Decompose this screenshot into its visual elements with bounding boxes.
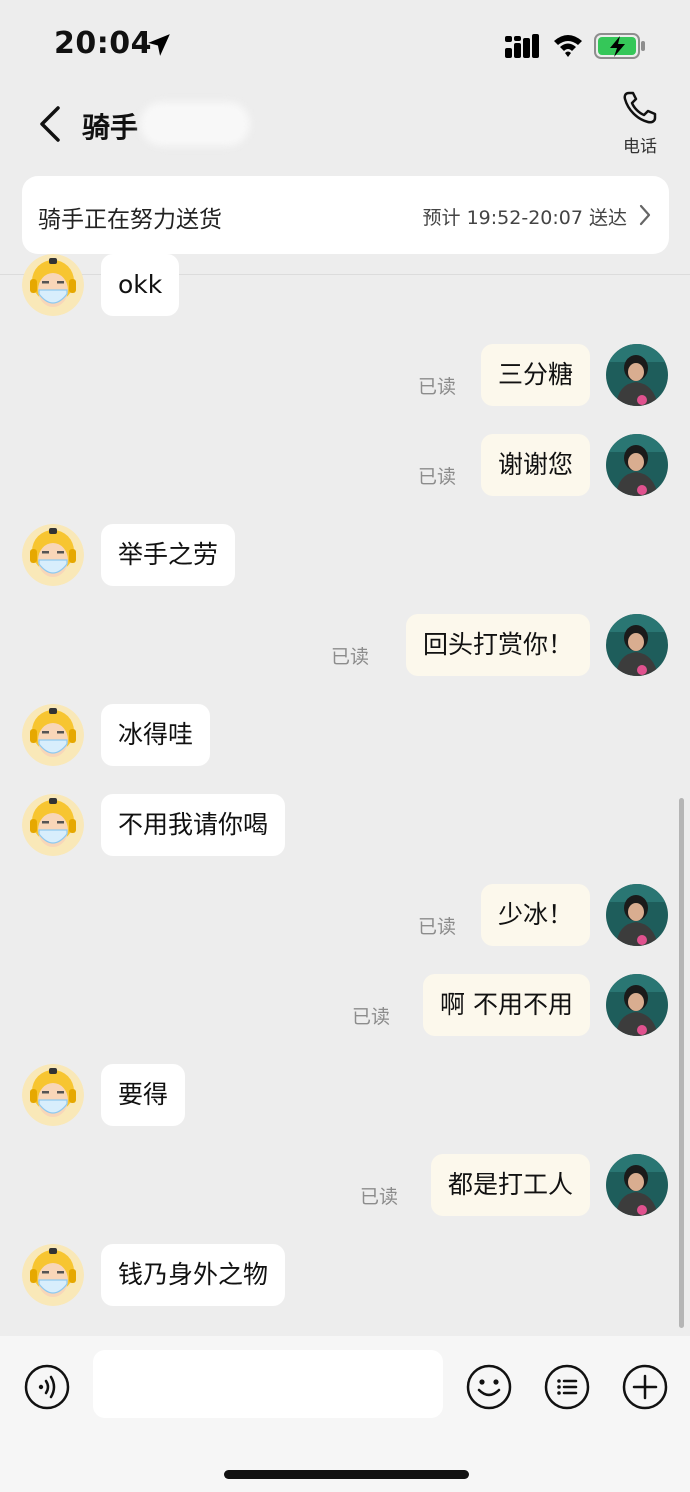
read-receipt: 已读	[418, 466, 457, 488]
delivery-eta: 预计 19:52-20:07 送达	[422, 207, 627, 229]
delivery-status-card[interactable]: 骑手正在努力送货 预计 19:52-20:07 送达	[22, 176, 669, 254]
user-avatar[interactable]	[606, 884, 668, 946]
outgoing-message-bubble[interactable]: 三分糖	[480, 344, 590, 406]
read-receipt: 已读	[331, 646, 370, 668]
user-avatar[interactable]	[606, 614, 668, 676]
message-row: 已读 少冰！	[0, 882, 690, 946]
redacted-name	[140, 102, 250, 146]
message-row: 要得	[0, 1062, 690, 1126]
chat-header: 骑手 电话	[0, 90, 690, 170]
incoming-message-bubble[interactable]: 冰得哇	[101, 704, 211, 766]
rider-avatar[interactable]	[22, 1244, 84, 1306]
phone-icon[interactable]	[620, 90, 660, 126]
location-arrow-icon	[148, 34, 170, 56]
input-bar	[0, 1336, 690, 1492]
user-avatar[interactable]	[606, 974, 668, 1036]
delivery-status-text: 骑手正在努力送货	[38, 207, 222, 233]
message-row: 已读 三分糖	[0, 342, 690, 406]
wifi-icon	[554, 35, 582, 57]
rider-avatar[interactable]	[22, 704, 84, 766]
incoming-message-bubble[interactable]: 要得	[101, 1064, 186, 1126]
status-time: 20:04	[54, 26, 152, 61]
emoji-icon[interactable]	[466, 1364, 512, 1410]
user-avatar[interactable]	[606, 344, 668, 406]
message-row: 钱乃身外之物	[0, 1242, 690, 1306]
incoming-message-bubble[interactable]: okk	[101, 254, 180, 316]
outgoing-message-bubble[interactable]: 回头打赏你！	[405, 614, 590, 676]
message-row: 已读 都是打工人	[0, 1152, 690, 1216]
outgoing-message-bubble[interactable]: 啊 不用不用	[423, 974, 590, 1036]
outgoing-message-bubble[interactable]: 谢谢您	[480, 434, 590, 496]
message-row: 不用我请你喝	[0, 792, 690, 856]
message-input[interactable]	[93, 1350, 443, 1418]
read-receipt: 已读	[352, 1006, 391, 1028]
message-row: 已读 回头打赏你！	[0, 612, 690, 676]
home-indicator[interactable]	[224, 1470, 469, 1479]
rider-avatar[interactable]	[22, 254, 84, 316]
message-row: 冰得哇	[0, 702, 690, 766]
chat-title: 骑手	[82, 111, 139, 144]
rider-avatar[interactable]	[22, 1064, 84, 1126]
signal-icon	[505, 34, 539, 58]
plus-icon[interactable]	[622, 1364, 668, 1410]
outgoing-message-bubble[interactable]: 少冰！	[480, 884, 590, 946]
status-bar: 20:04	[0, 0, 690, 90]
chevron-right-icon	[639, 204, 651, 226]
call-label[interactable]: 电话	[600, 132, 680, 157]
outgoing-message-bubble[interactable]: 都是打工人	[430, 1154, 590, 1216]
scrollbar[interactable]	[679, 798, 684, 1328]
battery-charging-icon	[594, 33, 645, 59]
read-receipt: 已读	[418, 376, 457, 398]
read-receipt: 已读	[418, 916, 457, 938]
incoming-message-bubble[interactable]: 不用我请你喝	[101, 794, 286, 856]
rider-avatar[interactable]	[22, 794, 84, 856]
back-chevron-icon[interactable]	[34, 104, 64, 144]
incoming-message-bubble[interactable]: 钱乃身外之物	[101, 1244, 286, 1306]
voice-icon[interactable]	[24, 1364, 70, 1410]
read-receipt: 已读	[360, 1186, 399, 1208]
rider-avatar[interactable]	[22, 524, 84, 586]
user-avatar[interactable]	[606, 1154, 668, 1216]
user-avatar[interactable]	[606, 434, 668, 496]
message-row: 已读 啊 不用不用	[0, 972, 690, 1036]
message-row: 已读 谢谢您	[0, 432, 690, 496]
message-row: okk	[0, 252, 690, 316]
incoming-message-bubble[interactable]: 举手之劳	[101, 524, 236, 586]
message-row: 举手之劳	[0, 522, 690, 586]
quick-reply-icon[interactable]	[544, 1364, 590, 1410]
